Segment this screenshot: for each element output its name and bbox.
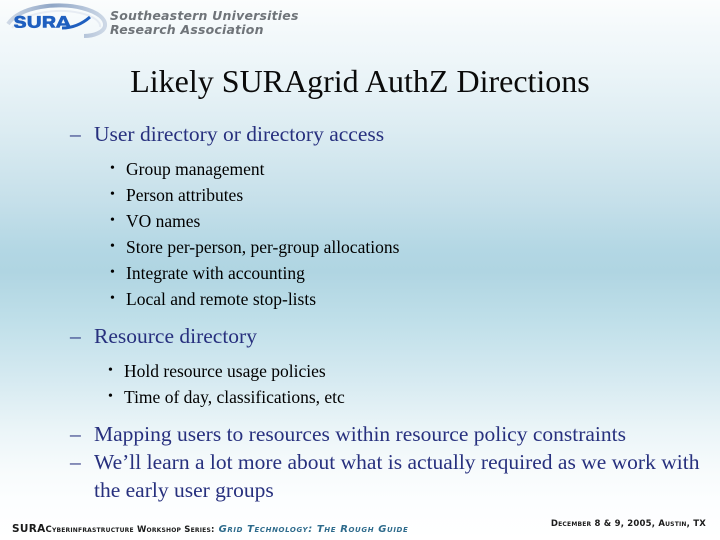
bullet-level2-label: VO names xyxy=(126,211,201,231)
bullet-level2-label: Local and remote stop-lists xyxy=(126,289,317,309)
bullet-level1: – Resource directory xyxy=(0,322,720,350)
bullet-level2: • VO names xyxy=(0,208,720,234)
dot-bullet-icon: • xyxy=(110,161,115,176)
dot-bullet-icon: • xyxy=(110,265,115,280)
dot-bullet-icon: • xyxy=(110,239,115,254)
slide-body: – User directory or directory access • G… xyxy=(0,120,720,504)
bullet-level2-label: Hold resource usage policies xyxy=(124,361,326,381)
slide-header: Southeastern Universities Research Assoc… xyxy=(0,0,720,46)
dot-bullet-icon: • xyxy=(110,291,115,306)
dot-bullet-icon: • xyxy=(108,363,113,378)
bullet-level2: • Time of day, classifications, etc xyxy=(0,384,720,410)
org-name-line1: Southeastern Universities xyxy=(110,8,299,23)
bullet-level2: • Integrate with accounting xyxy=(0,260,720,286)
slide-footer: SURACyberinfrastructure Workshop Series:… xyxy=(0,510,720,540)
dash-bullet-icon: – xyxy=(70,422,81,446)
sura-swoosh-logo-icon xyxy=(6,3,108,38)
bullet-level2-label: Group management xyxy=(126,159,265,179)
footer-sura-label: SURA xyxy=(12,523,46,535)
dot-bullet-icon: • xyxy=(110,187,115,202)
bullet-level2-label: Store per-person, per-group allocations xyxy=(126,237,400,257)
bullet-level1: – We’ll learn a lot more about what is a… xyxy=(0,448,720,504)
dash-bullet-icon: – xyxy=(70,450,81,474)
bullet-level1-label: User directory or directory access xyxy=(94,122,385,146)
dot-bullet-icon: • xyxy=(108,389,113,404)
footer-date-location: December 8 & 9, 2005, Austin, TX xyxy=(550,519,706,529)
bullet-level1-label: Mapping users to resources within resour… xyxy=(94,422,626,446)
dot-bullet-icon: • xyxy=(110,213,115,228)
dash-bullet-icon: – xyxy=(70,122,81,146)
footer-series-label: Cyberinfrastructure Workshop Series: xyxy=(45,525,215,535)
bullet-level1-label: We’ll learn a lot more about what is act… xyxy=(94,450,700,502)
dash-bullet-icon: – xyxy=(70,324,81,348)
bullet-level2: • Local and remote stop-lists xyxy=(0,286,720,312)
org-name: Southeastern Universities Research Assoc… xyxy=(110,9,299,37)
bullet-level2: • Group management xyxy=(0,156,720,182)
footer-left-text: SURACyberinfrastructure Workshop Series:… xyxy=(12,517,408,536)
bullet-level2-label: Time of day, classifications, etc xyxy=(124,387,345,407)
bullet-level2: • Person attributes xyxy=(0,182,720,208)
bullet-level1-label: Resource directory xyxy=(94,324,257,348)
bullet-level2-label: Person attributes xyxy=(126,185,244,205)
bullet-level1: – Mapping users to resources within reso… xyxy=(0,420,720,448)
bullet-level2: • Hold resource usage policies xyxy=(0,358,720,384)
sura-logo: Southeastern Universities Research Assoc… xyxy=(6,2,298,44)
org-name-line2: Research Association xyxy=(110,22,264,37)
bullet-level2-label: Integrate with accounting xyxy=(126,263,305,283)
bullet-level2: • Store per-person, per-group allocation… xyxy=(0,234,720,260)
slide-canvas: Southeastern Universities Research Assoc… xyxy=(0,0,720,540)
page-title: Likely SURAgrid AuthZ Directions xyxy=(130,63,590,99)
footer-guide-label: Grid Technology: The Rough Guide xyxy=(218,524,409,535)
bullet-level1: – User directory or directory access xyxy=(0,120,720,148)
